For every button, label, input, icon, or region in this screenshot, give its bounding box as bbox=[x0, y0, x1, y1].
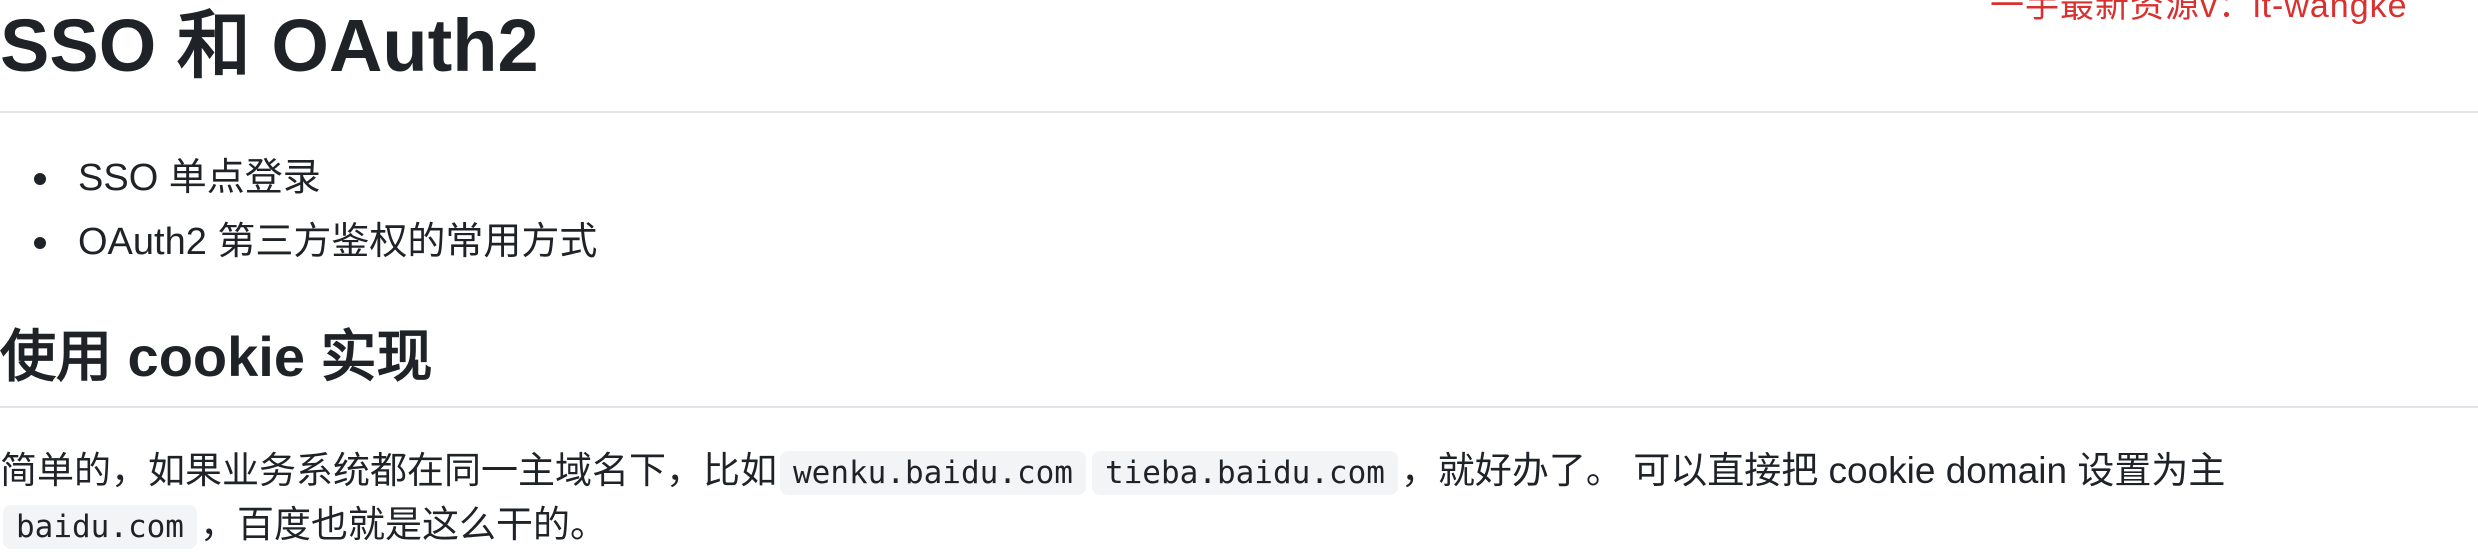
paragraph-text: ，百度也就是这么干的。 bbox=[199, 504, 607, 545]
inline-code: baidu.com bbox=[3, 505, 197, 549]
section-divider bbox=[0, 406, 2478, 408]
paragraph: 简单的，如果业务系统都在同一主域名下，比如 wenku.baidu.com tieb… bbox=[0, 444, 2478, 552]
list-item-text: OAuth2 第三方鉴权的常用方式 bbox=[78, 221, 598, 263]
paragraph-line-1: 简单的，如果业务系统都在同一主域名下，比如 wenku.baidu.com tieb… bbox=[0, 444, 2478, 498]
paragraph-text: ，就好办了。 可以直接把 cookie domain 设置为主 bbox=[1400, 450, 2226, 491]
watermark-text: 一手最新资源v：it-wangke bbox=[1990, 0, 2408, 25]
list-item-text: SSO 单点登录 bbox=[78, 157, 321, 199]
title-divider bbox=[0, 111, 2478, 113]
bullet-list: SSO 单点登录 OAuth2 第三方鉴权的常用方式 bbox=[0, 150, 597, 278]
inline-code: wenku.baidu.com bbox=[780, 451, 1086, 495]
page-title: SSO 和 OAuth2 bbox=[0, 4, 539, 87]
bullet-dot-icon bbox=[34, 237, 46, 249]
section-heading: 使用 cookie 实现 bbox=[0, 325, 433, 388]
document-page: 一手最新资源v：it-wangke SSO 和 OAuth2 SSO 单点登录 … bbox=[0, 0, 2478, 558]
bullet-dot-icon bbox=[34, 173, 46, 185]
inline-code: tieba.baidu.com bbox=[1091, 451, 1398, 495]
paragraph-line-2: baidu.com ，百度也就是这么干的。 bbox=[0, 498, 2478, 552]
paragraph-text: 简单的，如果业务系统都在同一主域名下，比如 bbox=[0, 450, 777, 491]
list-item: OAuth2 第三方鉴权的常用方式 bbox=[0, 214, 597, 278]
list-item: SSO 单点登录 bbox=[0, 150, 597, 214]
